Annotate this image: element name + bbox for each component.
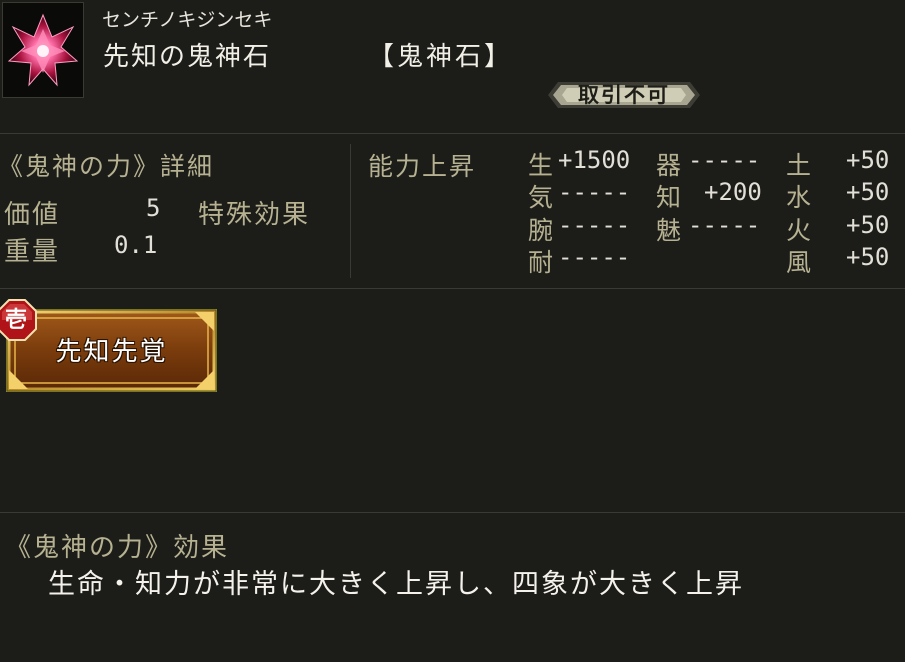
stat-mi-label: 魅 (656, 216, 682, 245)
value-amount: 5 (146, 194, 161, 222)
stat-do-label: 土 (786, 151, 812, 180)
divider-vertical (350, 144, 351, 278)
stat-fu-value: +50 (846, 243, 890, 271)
detail-title: 《鬼神の力》詳細 (0, 152, 215, 181)
skill-rank-badge: 壱 (0, 298, 40, 342)
stat-utsuwa-label: 器 (656, 151, 682, 180)
gem-icon (3, 3, 83, 97)
stat-wan-value: ----- (558, 211, 631, 239)
stat-tai-label: 耐 (528, 248, 554, 277)
trade-status-label: 取引不可 (578, 82, 670, 107)
special-effect-label: 特殊効果 (198, 200, 311, 230)
value-label: 価値 (4, 200, 61, 230)
item-name: 先知の鬼神石 (103, 42, 272, 72)
divider-middle (0, 288, 905, 289)
divider-top (0, 133, 905, 134)
stat-sei-value: +1500 (558, 146, 631, 174)
stat-tai-value: ----- (558, 243, 631, 271)
item-category: 【鬼神石】 (368, 42, 514, 72)
stat-chi-label: 知 (656, 183, 682, 212)
stat-sui-value: +50 (846, 178, 890, 206)
skill-rank-label: 壱 (4, 307, 27, 333)
stat-do-value: +50 (846, 146, 890, 174)
stat-mi-value: ----- (688, 211, 761, 239)
stat-ki-value: ----- (558, 178, 631, 206)
stat-ki-label: 気 (528, 183, 554, 212)
stat-chi-value: +200 (704, 178, 762, 206)
ability-title: 能力上昇 (368, 152, 477, 181)
item-reading: センチノキジンセキ (102, 9, 273, 31)
stat-utsuwa-value: ----- (688, 146, 761, 174)
stat-fu-label: 風 (786, 248, 812, 277)
item-icon-frame (2, 2, 84, 98)
effect-description: 生命・知力が非常に大きく上昇し、四象が大きく上昇 (48, 569, 744, 600)
effect-title: 《鬼神の力》効果 (5, 533, 230, 563)
weight-amount: 0.1 (114, 231, 158, 259)
stat-sei-label: 生 (528, 151, 554, 180)
divider-bottom (0, 512, 905, 513)
trade-status-badge: 取引不可 (548, 78, 700, 112)
weight-label: 重量 (4, 237, 61, 267)
stat-ka-label: 火 (786, 216, 812, 245)
stat-ka-value: +50 (846, 211, 890, 239)
stat-sui-label: 水 (786, 183, 812, 212)
stat-wan-label: 腕 (528, 216, 554, 245)
